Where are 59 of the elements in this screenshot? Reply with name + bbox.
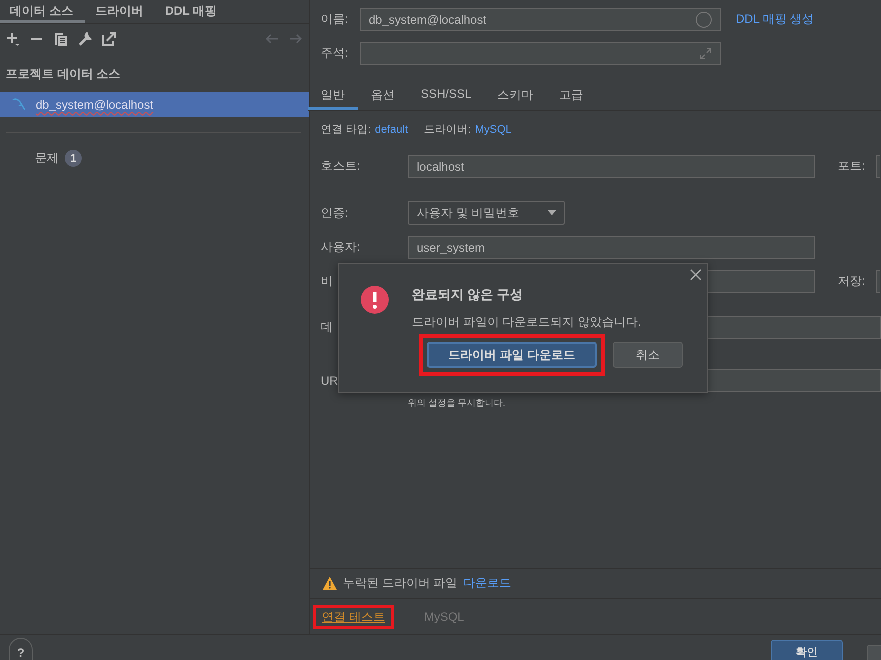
caret-icon xyxy=(548,210,556,216)
field-label: 사용자: xyxy=(321,239,362,256)
settings-tab[interactable]: 옵션 xyxy=(358,85,408,110)
driver-link[interactable]: MySQL xyxy=(475,124,512,136)
test-connection-link[interactable]: 연결 테스트 xyxy=(322,608,386,624)
settings-tab[interactable]: SSH/SSL xyxy=(408,85,485,110)
panel-tab[interactable]: 드라이버 xyxy=(85,0,156,23)
error-icon xyxy=(361,286,389,314)
driver-text: MySQL xyxy=(424,610,464,624)
section-heading: 프로젝트 데이터 소스 xyxy=(5,66,122,83)
expand-icon[interactable] xyxy=(700,48,712,60)
field-label: 저장: xyxy=(838,273,866,290)
wrench-icon[interactable] xyxy=(78,32,92,46)
dialog-title: 완료되지 않은 구성 xyxy=(412,286,524,304)
dolphin-icon xyxy=(12,98,28,112)
field-label: 이름: xyxy=(321,11,350,28)
ok-button[interactable]: 확인 xyxy=(771,640,843,660)
forward-arrow-icon[interactable] xyxy=(289,32,303,46)
help-button[interactable]: ? xyxy=(9,638,33,660)
data-source-item[interactable]: db_system@localhost xyxy=(0,92,309,117)
ddl-mapping-link[interactable]: DDL 매핑 생성 xyxy=(736,11,814,28)
panel-tab[interactable]: 데이터 소스 xyxy=(0,0,86,23)
field-label: 포트: xyxy=(838,158,866,175)
back-arrow-icon[interactable] xyxy=(265,32,279,46)
problems-label: 문제 xyxy=(35,150,59,167)
copy-icon[interactable] xyxy=(54,32,68,46)
dialog-message: 드라이버 파일이 다운로드되지 않았습니다. xyxy=(412,314,642,331)
host-field[interactable]: localhost xyxy=(408,155,815,178)
warning-text: 누락된 드라이버 파일 xyxy=(343,575,458,592)
settings-tab[interactable]: 스키마 xyxy=(484,85,547,110)
cancel-button[interactable]: 취소 xyxy=(613,342,683,368)
download-button[interactable]: 드라이버 파일 다운로드 xyxy=(427,342,597,368)
comment-field[interactable] xyxy=(360,42,721,65)
connection-type-label: 연결 타입: xyxy=(321,123,372,137)
user-field[interactable]: user_system xyxy=(408,236,815,259)
port-field[interactable] xyxy=(876,155,880,178)
field-label: 주석: xyxy=(321,45,350,62)
driver-label: 드라이버: xyxy=(424,123,472,137)
field-label: UR xyxy=(321,374,340,388)
auth-dropdown[interactable]: 사용자 및 비밀번호 xyxy=(408,201,565,225)
field-label: 호스트: xyxy=(321,158,362,175)
save-dropdown[interactable] xyxy=(876,270,880,293)
field-label: 인증: xyxy=(321,204,350,222)
add-icon[interactable] xyxy=(6,32,20,46)
count-badge: 1 xyxy=(65,150,82,167)
settings-tab[interactable]: 고급 xyxy=(546,85,597,110)
status-circle-icon xyxy=(696,12,712,28)
cancel-button[interactable] xyxy=(867,645,881,660)
field-label: 비 xyxy=(321,273,334,290)
field-label: 데 xyxy=(321,319,334,336)
close-icon[interactable] xyxy=(690,269,702,281)
download-link[interactable]: 다운로드 xyxy=(464,575,512,592)
settings-tab[interactable]: 일반 xyxy=(308,85,358,110)
panel-tab[interactable]: DDL 매핑 xyxy=(155,0,230,23)
hint-text: 위의 설정을 무시합니다. xyxy=(408,397,507,410)
connection-type-link[interactable]: default xyxy=(375,124,408,136)
warning-icon xyxy=(323,577,337,590)
name-field[interactable]: db_system@localhost xyxy=(360,8,721,31)
export-icon[interactable] xyxy=(102,32,116,46)
